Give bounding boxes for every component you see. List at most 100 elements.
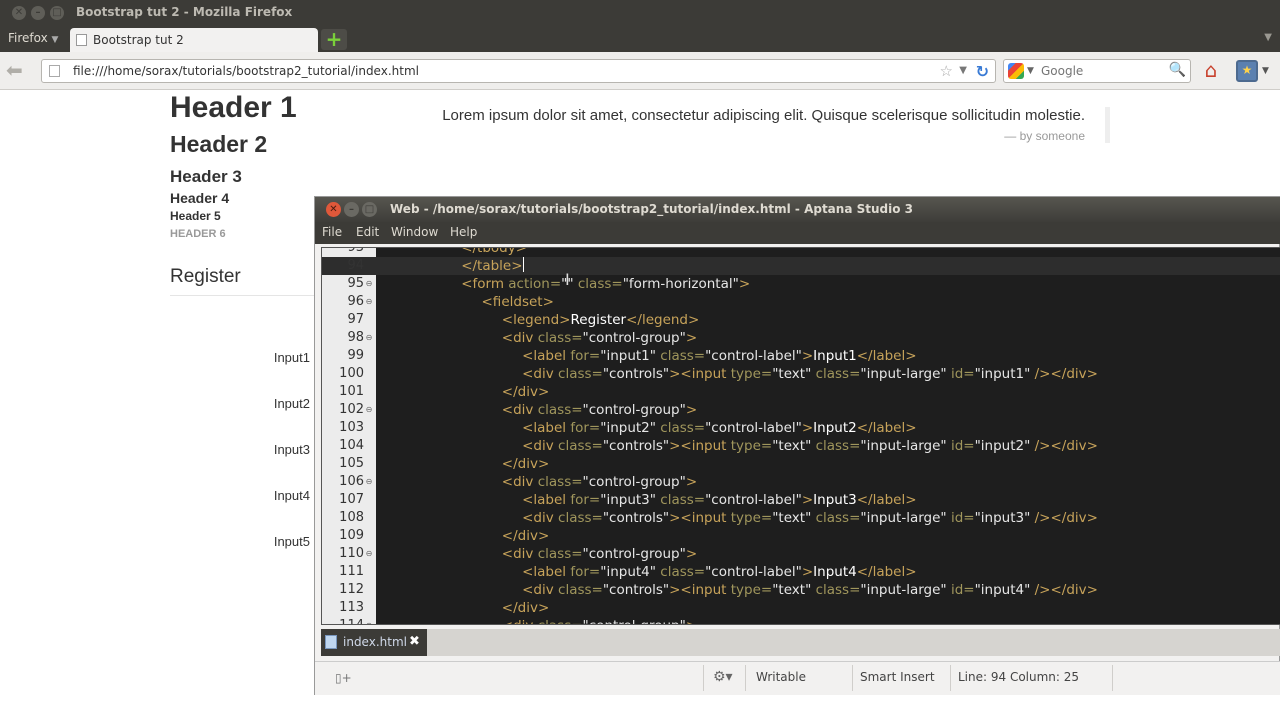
code-text: </div> xyxy=(501,456,550,472)
code-line[interactable]: 104 <div class="controls"><input type="te… xyxy=(322,437,1280,455)
bookmark-star-icon[interactable]: ☆ xyxy=(940,62,953,80)
code-line[interactable]: 102 ⊖ <div class="control-group"> xyxy=(322,401,1280,419)
firefox-title-bar: ✕ – □ Bootstrap tut 2 - Mozilla Firefox xyxy=(0,0,1280,26)
code-text: <div class="controls"><input type="text"… xyxy=(522,582,1098,598)
page-favicon-icon xyxy=(76,34,87,46)
engine-dropdown-icon[interactable]: ▼ xyxy=(1027,66,1034,76)
code-line[interactable]: 99 <label for="input1" class="control-lab… xyxy=(322,347,1280,365)
code-line[interactable]: 113 </div> xyxy=(322,599,1280,617)
close-window-icon[interactable]: ✕ xyxy=(326,202,341,217)
code-line[interactable]: 95 ⊖ <form action="" class="form-horizonta… xyxy=(322,275,1280,293)
maximize-window-icon[interactable]: □ xyxy=(50,6,64,20)
header-6: Header 6 xyxy=(170,228,226,240)
firefox-menu-button[interactable]: Firefox ▼ xyxy=(8,31,58,45)
fold-toggle-icon[interactable]: ⊖ xyxy=(364,473,374,491)
menu-edit[interactable]: Edit xyxy=(356,225,379,239)
status-separator xyxy=(950,665,951,691)
code-text: <form action="" class="form-horizontal"> xyxy=(461,276,751,292)
aptana-window-title: Web - /home/sorax/tutorials/bootstrap2_t… xyxy=(390,202,913,216)
code-line[interactable]: 103 <label for="input2" class="control-la… xyxy=(322,419,1280,437)
line-number: 101 xyxy=(339,384,364,399)
code-line[interactable]: 96 ⊖ <fieldset> xyxy=(322,293,1280,311)
form-label-input2[interactable]: Input2 xyxy=(230,396,310,411)
status-separator xyxy=(1112,665,1113,691)
fold-toggle-icon[interactable]: ⊖ xyxy=(364,275,374,293)
code-line[interactable]: 111 <label for="input4" class="control-la… xyxy=(322,563,1280,581)
new-tab-plus-icon[interactable]: + xyxy=(321,29,347,50)
code-text: </div> xyxy=(501,384,550,400)
code-text: <div class="control-group"> xyxy=(501,330,698,346)
tab-list-chevron-icon[interactable]: ▼ xyxy=(1264,32,1272,43)
editor-tab-index-html[interactable]: index.html ✖ xyxy=(321,629,427,656)
line-number: 104 xyxy=(339,438,364,453)
code-text: <div class="controls"><input type="text"… xyxy=(522,366,1098,382)
line-number: 98 xyxy=(347,330,364,345)
fold-toggle-icon[interactable]: ⊖ xyxy=(364,401,374,419)
code-line[interactable]: 97 <legend>Register</legend> xyxy=(322,311,1280,329)
code-line[interactable]: 107 <label for="input3" class="control-la… xyxy=(322,491,1280,509)
aptana-title-bar[interactable]: ✕ – □ Web - /home/sorax/tutorials/bootst… xyxy=(315,197,1280,222)
line-number: 112 xyxy=(339,582,364,597)
site-identity-icon[interactable] xyxy=(49,65,60,77)
firefox-tab-bar: Firefox ▼ Bootstrap tut 2 + ▼ xyxy=(0,26,1280,52)
code-line[interactable]: 101 </div> xyxy=(322,383,1280,401)
close-tab-icon[interactable]: ✖ xyxy=(409,634,420,649)
text-cursor-icon: I xyxy=(565,270,570,289)
search-input[interactable] xyxy=(1041,63,1167,79)
code-text: <label for="input1" class="control-label… xyxy=(522,348,917,364)
code-line[interactable]: 105 </div> xyxy=(322,455,1280,473)
code-text: <div class="controls"><input type="text"… xyxy=(522,510,1098,526)
fold-toggle-icon[interactable]: ⊖ xyxy=(364,617,374,624)
url-text[interactable]: file:///home/sorax/tutorials/bootstrap2_… xyxy=(73,64,419,78)
code-text: <div class="controls"><input type="text"… xyxy=(522,438,1098,454)
quote-source: — by someone xyxy=(1004,129,1085,143)
text-caret xyxy=(522,257,524,272)
form-label-input1[interactable]: Input1 xyxy=(230,350,310,365)
code-line[interactable]: 109 </div> xyxy=(322,527,1280,545)
fold-toggle-icon[interactable]: ⊖ xyxy=(364,329,374,347)
code-line[interactable]: 108 <div class="controls"><input type="te… xyxy=(322,509,1280,527)
search-magnifier-icon[interactable]: 🔍 xyxy=(1169,62,1186,78)
code-line[interactable]: 98 ⊖ <div class="control-group"> xyxy=(322,329,1280,347)
gear-icon[interactable]: ⚙▾ xyxy=(713,669,733,685)
minimize-window-icon[interactable]: – xyxy=(31,6,45,20)
line-number: 100 xyxy=(339,366,364,381)
form-label-input4[interactable]: Input4 xyxy=(230,488,310,503)
reload-icon[interactable]: ↻ xyxy=(976,62,989,81)
line-number: 103 xyxy=(339,420,364,435)
browser-tab-title: Bootstrap tut 2 xyxy=(93,33,184,47)
form-label-input3[interactable]: Input3 xyxy=(230,442,310,457)
form-label-input5[interactable]: Input5 xyxy=(230,534,310,549)
code-line[interactable]: 93 </tbody> xyxy=(322,248,1280,257)
maximize-window-icon[interactable]: □ xyxy=(362,202,377,217)
header-4: Header 4 xyxy=(170,190,230,206)
close-window-icon[interactable]: ✕ xyxy=(12,6,26,20)
code-text: <div class="control-group"> xyxy=(501,474,698,490)
code-line[interactable]: 100 <div class="controls"><input type="te… xyxy=(322,365,1280,383)
addon-toolbar-icon[interactable]: ★ xyxy=(1236,60,1258,82)
search-bar[interactable]: ▼ 🔍 xyxy=(1003,59,1191,83)
back-arrow-icon[interactable]: ⬅ xyxy=(6,60,30,82)
fold-toggle-icon[interactable]: ⊖ xyxy=(364,293,374,311)
menu-help[interactable]: Help xyxy=(450,225,477,239)
code-line[interactable]: 106 ⊖ <div class="control-group"> xyxy=(322,473,1280,491)
code-editor[interactable]: 93 </tbody> 94 </table> 95 ⊖ <form action="" c… xyxy=(321,247,1280,625)
home-icon[interactable]: ⌂ xyxy=(1199,59,1223,83)
fold-toggle-icon[interactable]: ⊖ xyxy=(364,545,374,563)
editor-tab-label: index.html xyxy=(343,635,407,649)
quote-text: Lorem ipsum dolor sit amet, consectetur … xyxy=(442,107,1085,124)
menu-window[interactable]: Window xyxy=(391,225,438,239)
code-line[interactable]: 110 ⊖ <div class="control-group"> xyxy=(322,545,1280,563)
browser-tab[interactable]: Bootstrap tut 2 xyxy=(70,28,318,52)
google-engine-icon[interactable] xyxy=(1008,63,1024,79)
history-dropdown-icon[interactable]: ▼ xyxy=(959,65,967,76)
menu-file[interactable]: File xyxy=(322,225,342,239)
status-writable: Writable xyxy=(756,670,806,684)
code-line[interactable]: 112 <div class="controls"><input type="te… xyxy=(322,581,1280,599)
code-line[interactable]: 94 </table> xyxy=(322,257,1280,275)
fast-view-icon[interactable]: ▯+ xyxy=(335,671,352,685)
code-line[interactable]: 114⊖ <div class="control-group"> xyxy=(322,617,1280,624)
url-bar[interactable]: file:///home/sorax/tutorials/bootstrap2_… xyxy=(41,59,996,83)
minimize-window-icon[interactable]: – xyxy=(344,202,359,217)
toolbar-overflow-icon[interactable]: ▼ xyxy=(1262,66,1269,76)
